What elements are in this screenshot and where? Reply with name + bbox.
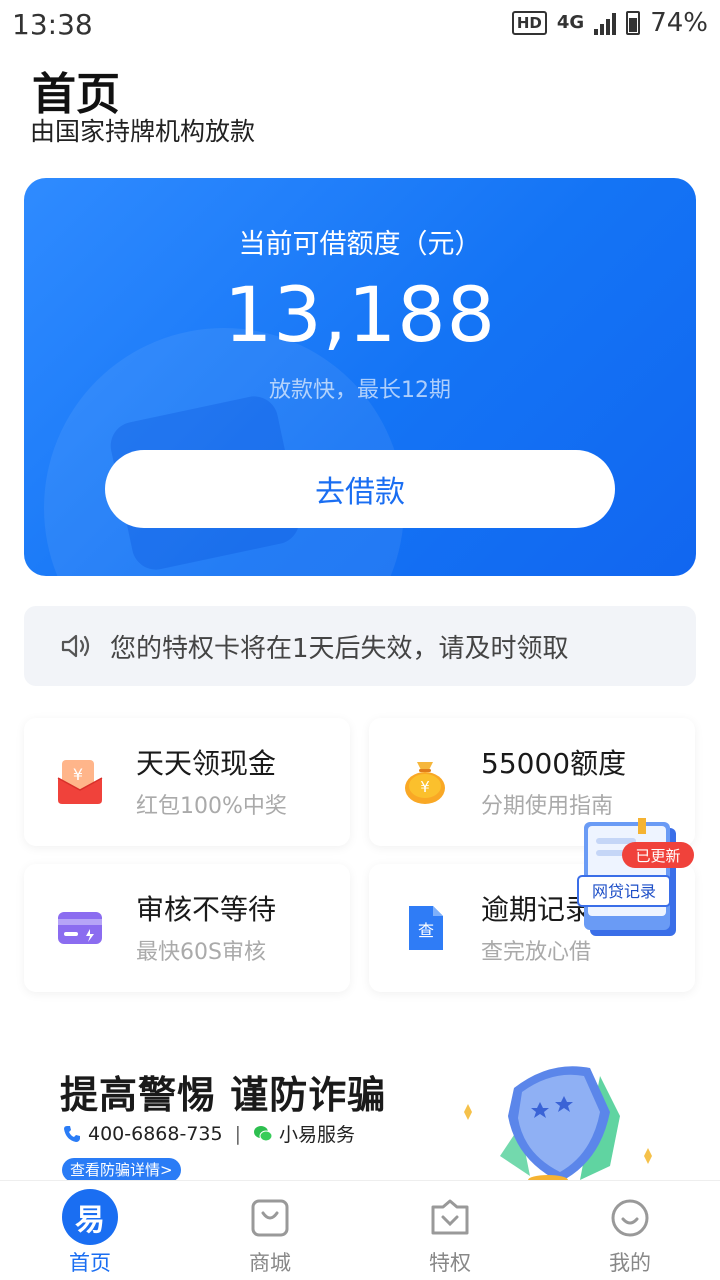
- signal-icon: [594, 11, 617, 35]
- wechat-icon: [254, 1125, 273, 1141]
- tile-subtitle: 查完放心借: [481, 940, 592, 965]
- shopping-bag-icon: [251, 1199, 289, 1237]
- svg-text:查: 查: [418, 921, 434, 940]
- nav-label: 我的: [609, 1251, 651, 1275]
- badge-label: 网贷记录: [592, 882, 656, 901]
- speaker-icon: [61, 634, 90, 658]
- tile-subtitle: 分期使用指南: [481, 794, 614, 819]
- loan-record-badge[interactable]: 已更新 网贷记录: [576, 818, 696, 942]
- money-bag-icon: ¥: [405, 762, 445, 804]
- hd-icon: HD: [511, 11, 547, 35]
- badge-tag: 已更新: [635, 847, 680, 865]
- tile-title: 审核不等待: [136, 893, 277, 926]
- battery-icon: [626, 11, 641, 35]
- nav-item-home[interactable]: 易 首页: [0, 1181, 180, 1280]
- nav-item-privilege[interactable]: 特权: [360, 1181, 540, 1280]
- contact-separator: |: [234, 1122, 242, 1145]
- page-subtitle: 由国家持牌机构放款: [30, 117, 256, 146]
- credit-limit-amount: 13,188: [224, 270, 496, 359]
- battery-percent: 74%: [650, 8, 708, 38]
- svg-text:¥: ¥: [73, 765, 83, 784]
- privilege-icon: [431, 1199, 469, 1235]
- red-envelope-icon: ¥: [57, 760, 103, 804]
- home-icon: 易: [62, 1189, 118, 1245]
- tile-title: 55000额度: [481, 747, 627, 780]
- tile-daily-cash[interactable]: ¥ 天天领现金 红包100%中奖: [24, 718, 350, 846]
- tile-title: 天天领现金: [136, 747, 277, 780]
- tile-subtitle: 红包100%中奖: [136, 794, 287, 819]
- shield-illustration: [464, 1066, 652, 1185]
- fraud-phone[interactable]: 400-6868-735: [88, 1123, 223, 1145]
- notice-bar[interactable]: 您的特权卡将在1天后失效，请及时领取: [24, 606, 696, 686]
- document-icon: 查: [409, 906, 443, 950]
- fraud-wechat: 小易服务: [279, 1124, 356, 1146]
- status-time: 13:38: [12, 8, 93, 41]
- notice-text: 您的特权卡将在1天后失效，请及时领取: [110, 633, 569, 664]
- fraud-detail-button[interactable]: 查看防骗详情>: [62, 1158, 181, 1182]
- svg-text:¥: ¥: [420, 778, 430, 796]
- credit-note: 放款快，最长12期: [269, 378, 451, 403]
- nav-label: 首页: [69, 1251, 111, 1275]
- bottom-nav: 易 首页 商城 特权 我的: [0, 1180, 720, 1280]
- tile-subtitle: 最快60S审核: [136, 940, 266, 965]
- fraud-contact: 400-6868-735 | 小易服务: [62, 1120, 355, 1147]
- record-book-icon: 已更新 网贷记录: [577, 818, 694, 936]
- fraud-banner-title: 提高警惕 谨防诈骗: [60, 1073, 387, 1117]
- network-icon: 4G: [556, 12, 585, 33]
- phone-icon: [64, 1125, 80, 1142]
- credit-card: 当前可借额度（元） 13,188 放款快，最长12期 去借款: [24, 178, 696, 576]
- nav-item-mall[interactable]: 商城: [180, 1181, 360, 1280]
- status-bar: 13:38 HD 4G 74%: [0, 0, 720, 50]
- card-icon: [58, 912, 102, 944]
- tile-fast-review[interactable]: 审核不等待 最快60S审核: [24, 864, 350, 992]
- nav-item-profile[interactable]: 我的: [540, 1181, 720, 1280]
- borrow-button[interactable]: 去借款: [105, 450, 615, 528]
- nav-label: 特权: [429, 1251, 471, 1275]
- status-indicators: HD 4G 74%: [511, 8, 708, 38]
- nav-label: 商城: [249, 1251, 291, 1275]
- profile-icon: [611, 1199, 649, 1237]
- credit-limit-label: 当前可借额度（元）: [238, 229, 482, 260]
